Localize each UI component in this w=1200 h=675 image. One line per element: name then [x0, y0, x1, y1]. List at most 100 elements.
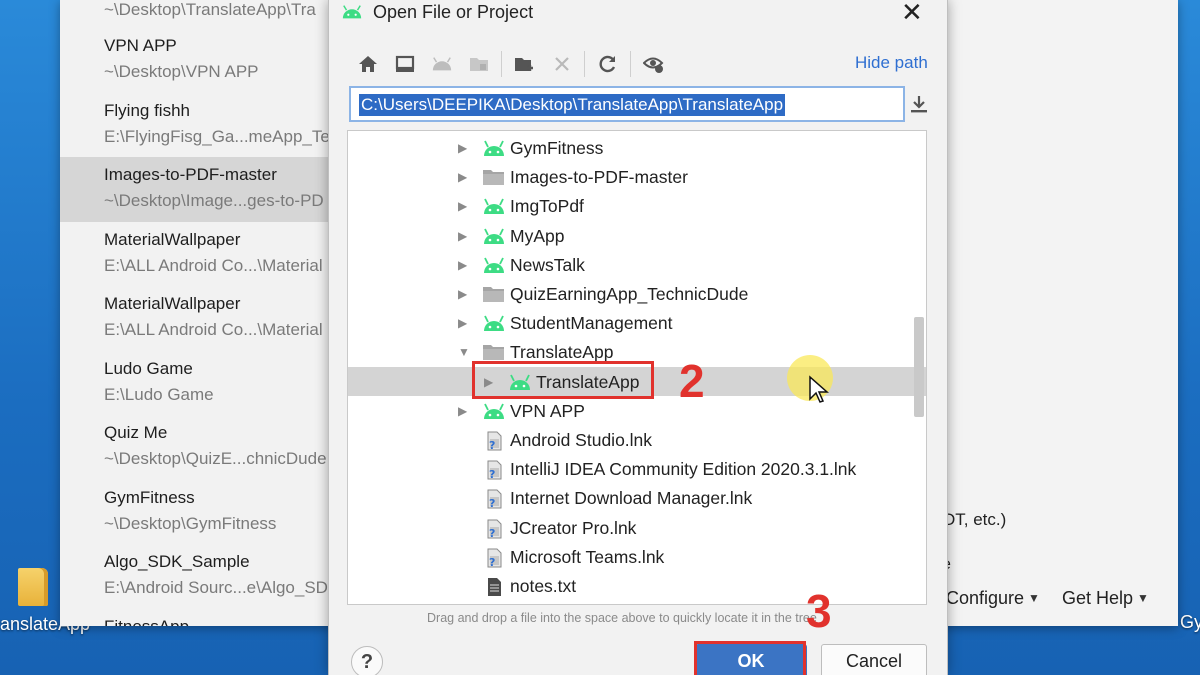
- recent-project-name: Flying fishh: [104, 100, 190, 120]
- tree-item[interactable]: ▶ MyApp: [348, 221, 926, 250]
- recent-project-name: MaterialWallpaper: [104, 229, 241, 249]
- tree-scrollbar[interactable]: [914, 317, 924, 417]
- hide-path-link[interactable]: Hide path: [855, 53, 928, 73]
- mouse-pointer-icon: [809, 375, 829, 403]
- recent-project-name: FitnessApp: [104, 616, 190, 627]
- desktop-button[interactable]: [386, 50, 423, 78]
- tree-item-label: IntelliJ IDEA Community Edition 2020.3.1…: [510, 459, 857, 480]
- eye-icon: [642, 57, 663, 73]
- tree-item[interactable]: ? Internet Download Manager.lnk: [348, 483, 926, 512]
- recent-project-item[interactable]: VPN APP ~\Desktop\VPN APP: [60, 28, 330, 93]
- chevron-down-icon: ▼: [1028, 591, 1040, 605]
- recent-project-item[interactable]: GymFitness ~\Desktop\GymFitness: [60, 480, 330, 545]
- svg-text:?: ?: [489, 439, 495, 451]
- tree-item-label: JCreator Pro.lnk: [510, 517, 637, 538]
- tree-item[interactable]: ▶ StudentManagement: [348, 308, 926, 337]
- step-number-2: 2: [679, 355, 705, 407]
- shortcut-icon: ?: [482, 519, 506, 540]
- tree-item-label: ImgToPdf: [510, 196, 584, 217]
- tree-item-label: QuizEarningApp_TechnicDude: [510, 284, 749, 304]
- new-folder-button[interactable]: [506, 50, 543, 78]
- tree-item[interactable]: ▶ QuizEarningApp_TechnicDude: [348, 279, 926, 308]
- dialog-titlebar[interactable]: Open File or Project ✕: [329, 0, 947, 28]
- recent-project-name: VPN APP: [104, 36, 177, 55]
- highlight-box-tree-item: [472, 361, 654, 399]
- recent-project-item[interactable]: Algo_SDK_Sample E:\Android Sourc...e\Algo…: [60, 544, 330, 609]
- android-icon: [482, 227, 506, 245]
- configure-label: Configure: [946, 588, 1025, 608]
- android-disabled-icon: [432, 57, 451, 71]
- tree-item-label: MyApp: [510, 225, 565, 246]
- project-button[interactable]: [423, 50, 460, 78]
- shortcut-icon: ?: [482, 431, 506, 452]
- refresh-button[interactable]: [589, 50, 626, 78]
- recent-project-name: Ludo Game: [104, 358, 193, 378]
- expand-right-icon[interactable]: ▶: [458, 229, 470, 243]
- expand-right-icon[interactable]: ▶: [458, 316, 470, 330]
- recent-project-name: Images-to-PDF-master: [104, 165, 277, 184]
- tree-item-label: NewsTalk: [510, 254, 585, 275]
- tree-item[interactable]: ▶ VPN APP: [348, 396, 926, 425]
- tree-item[interactable]: ? JCreator Pro.lnk: [348, 513, 926, 542]
- recent-project-item[interactable]: ~\Desktop\TranslateApp\Tra: [60, 0, 330, 28]
- module-button[interactable]: [460, 50, 497, 78]
- folder-icon: [482, 285, 506, 303]
- close-button[interactable]: ✕: [901, 0, 923, 28]
- desktop-icon: [395, 55, 414, 72]
- expand-right-icon[interactable]: ▶: [458, 287, 470, 301]
- desktop-icon-label-right[interactable]: Gy: [1180, 612, 1200, 633]
- android-icon: [482, 402, 506, 420]
- refresh-icon: [598, 55, 615, 73]
- tree-item[interactable]: ▶ NewsTalk: [348, 250, 926, 279]
- svg-text:?: ?: [489, 497, 495, 509]
- toolbar-separator: [501, 51, 502, 77]
- recent-project-path: E:\Android Sourc...e\Algo_SD: [104, 578, 328, 597]
- recent-project-name: GymFitness: [104, 487, 195, 507]
- android-icon: [342, 5, 362, 19]
- recent-project-item[interactable]: MaterialWallpaper E:\ALL Android Co...\Ma…: [60, 286, 330, 351]
- recent-project-path: ~\Desktop\Image...ges-to-PD: [104, 191, 324, 210]
- help-button[interactable]: ?: [351, 646, 383, 675]
- recent-project-path: E:\ALL Android Co...\Material: [104, 255, 323, 275]
- recent-project-item[interactable]: Images-to-PDF-master ~\Desktop\Image...ge…: [60, 157, 330, 222]
- recent-project-name: Algo_SDK_Sample: [104, 552, 250, 571]
- tree-item-label: StudentManagement: [510, 313, 673, 334]
- home-button[interactable]: [349, 50, 386, 78]
- recent-project-path: E:\ALL Android Co...\Material: [104, 320, 323, 339]
- tree-item[interactable]: ? Android Studio.lnk: [348, 425, 926, 454]
- dialog-toolbar: [349, 50, 672, 78]
- get-help-menu[interactable]: Get Help ▼: [1062, 588, 1149, 609]
- home-icon: [358, 56, 377, 72]
- expand-right-icon[interactable]: ▶: [458, 404, 470, 418]
- tree-item[interactable]: notes.txt: [348, 571, 926, 600]
- tree-item[interactable]: ▶ GymFitness: [348, 133, 926, 162]
- configure-menu[interactable]: Configure ▼: [946, 588, 1040, 609]
- tree-item[interactable]: ? IntelliJ IDEA Community Edition 2020.3.…: [348, 454, 926, 483]
- tree-item[interactable]: ? Microsoft Teams.lnk: [348, 542, 926, 571]
- recent-project-item[interactable]: FitnessApp: [60, 609, 330, 627]
- recent-project-item[interactable]: Flying fishh E:\FlyingFisg_Ga...meApp_Tec: [60, 93, 330, 158]
- download-icon[interactable]: [909, 92, 929, 116]
- show-hidden-button[interactable]: [635, 50, 672, 78]
- svg-text:?: ?: [489, 556, 495, 568]
- delete-button[interactable]: [543, 50, 580, 78]
- recent-project-item[interactable]: Quiz Me ~\Desktop\QuizE...chnicDude: [60, 415, 330, 480]
- recent-project-path: ~\Desktop\GymFitness: [104, 513, 277, 533]
- module-icon: [469, 58, 488, 71]
- path-field[interactable]: C:\Users\DEEPIKA\Desktop\TranslateApp\Tr…: [349, 86, 905, 122]
- recent-project-path: E:\Ludo Game: [104, 384, 214, 404]
- open-file-dialog: Open File or Project ✕ Hide path C:\User…: [328, 0, 948, 675]
- expand-down-icon[interactable]: ▼: [458, 345, 470, 359]
- recent-project-item[interactable]: Ludo Game E:\Ludo Game: [60, 351, 330, 416]
- expand-right-icon[interactable]: ▶: [458, 141, 470, 155]
- recent-project-item[interactable]: MaterialWallpaper E:\ALL Android Co...\Ma…: [60, 222, 330, 287]
- tree-item[interactable]: ▶ Images-to-PDF-master: [348, 162, 926, 191]
- tree-item[interactable]: ▶ ImgToPdf: [348, 191, 926, 220]
- cancel-button[interactable]: Cancel: [821, 644, 927, 675]
- expand-right-icon[interactable]: ▶: [458, 170, 470, 184]
- expand-right-icon[interactable]: ▶: [458, 199, 470, 213]
- expand-right-icon[interactable]: ▶: [458, 258, 470, 272]
- path-input-value: C:\Users\DEEPIKA\Desktop\TranslateApp\Tr…: [359, 94, 786, 116]
- welcome-text-fragment: DT, etc.): [943, 510, 1007, 529]
- recent-project-path: ~\Desktop\VPN APP: [104, 62, 259, 81]
